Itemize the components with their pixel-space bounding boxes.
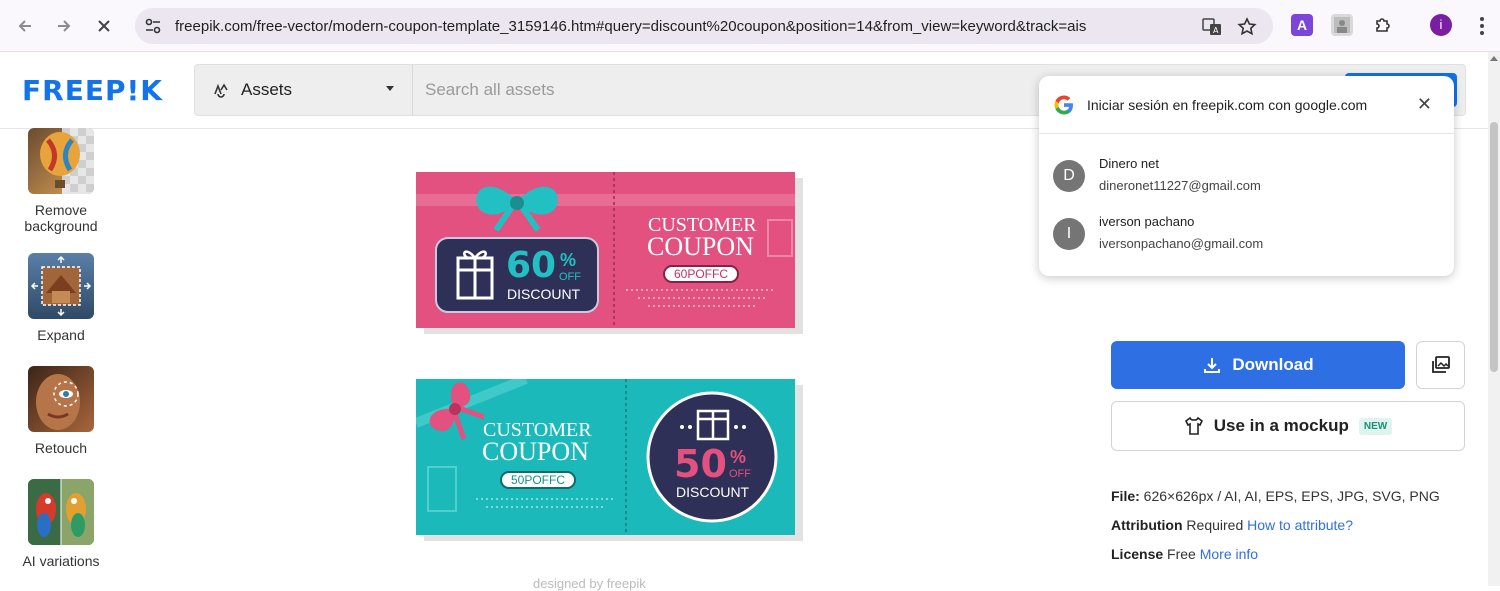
assets-icon xyxy=(214,83,228,98)
tool-remove-background[interactable]: Remove background xyxy=(18,128,104,234)
attribution-label: Attribution xyxy=(1111,517,1183,533)
tool-label: Retouch xyxy=(34,440,88,456)
teal-coupon[interactable]: CUSTOMER COUPON 50POFFC 50 % OFF DISCOUN… xyxy=(416,379,795,535)
stop-loading-icon[interactable] xyxy=(90,12,118,40)
account-avatar: I xyxy=(1053,218,1085,250)
teal-coupon-percent: 50 xyxy=(674,442,727,486)
tool-label: Remove background xyxy=(24,202,98,234)
teal-coupon-discount: DISCOUNT xyxy=(676,484,750,500)
forward-icon[interactable] xyxy=(50,12,78,40)
account-email: dineronet11227@gmail.com xyxy=(1099,178,1261,193)
use-in-mockup-button[interactable]: Use in a mockup NEW xyxy=(1111,401,1465,451)
scroll-up-icon[interactable] xyxy=(1490,56,1498,61)
url-text[interactable]: freepik.com/free-vector/modern-coupon-te… xyxy=(175,18,1086,35)
attribution-info: Attribution Required How to attribute? xyxy=(1111,517,1353,533)
popup-header: Iniciar sesión en freepik.com con google… xyxy=(1039,76,1454,134)
file-info: File: 626×626px / AI, AI, EPS, EPS, JPG,… xyxy=(1111,488,1440,504)
image-preview-button[interactable] xyxy=(1416,341,1465,389)
extension-a-icon[interactable]: A xyxy=(1291,14,1313,36)
tool-expand[interactable]: Expand xyxy=(18,253,104,343)
assets-dropdown[interactable]: Assets xyxy=(195,65,413,115)
images-icon xyxy=(1431,356,1450,373)
account-name: iverson pachano xyxy=(1099,214,1195,229)
tool-retouch[interactable]: Retouch xyxy=(18,366,104,456)
pink-coupon[interactable]: 60 % OFF DISCOUNT CUSTOMER COUPON 60POFF… xyxy=(416,172,795,328)
balloon-thumbnail xyxy=(28,128,94,194)
account-option[interactable]: D Dinero net dineronet11227@gmail.com xyxy=(1051,152,1441,204)
bookmark-star-icon[interactable] xyxy=(1236,16,1258,38)
pink-coupon-off: OFF xyxy=(559,271,581,283)
retouch-thumbnail xyxy=(28,366,94,432)
google-signin-popup: Iniciar sesión en freepik.com con google… xyxy=(1039,76,1454,276)
chevron-down-icon xyxy=(386,86,394,91)
license-info: License Free More info xyxy=(1111,546,1258,562)
account-option[interactable]: I iverson pachano iversonpachano@gmail.c… xyxy=(1051,210,1441,262)
new-badge: NEW xyxy=(1358,417,1393,435)
file-label: File: xyxy=(1111,488,1140,504)
browser-menu-icon[interactable] xyxy=(1474,14,1490,38)
google-g-icon xyxy=(1054,95,1073,115)
teal-coupon-title2: COUPON xyxy=(482,437,589,466)
pink-coupon-discount: DISCOUNT xyxy=(507,286,581,302)
scroll-thumb[interactable] xyxy=(1490,122,1498,372)
teal-coupon-code: 50POFFC xyxy=(500,471,576,489)
account-avatar: D xyxy=(1053,160,1085,192)
close-icon[interactable]: ✕ xyxy=(1417,95,1432,113)
pink-coupon-title2: COUPON xyxy=(647,232,754,261)
assets-label: Assets xyxy=(241,80,293,99)
back-icon[interactable] xyxy=(11,12,39,40)
download-icon xyxy=(1204,358,1221,373)
attribution-value: Required xyxy=(1186,517,1244,533)
license-label: License xyxy=(1111,546,1164,562)
pink-coupon-code: 60POFFC xyxy=(663,265,739,283)
account-name: Dinero net xyxy=(1099,156,1159,171)
tool-ai-variations[interactable]: AI variations xyxy=(18,479,104,569)
teal-coupon-off: OFF xyxy=(729,468,751,480)
designed-by-caption: designed by freepik xyxy=(533,576,646,591)
site-info-icon[interactable] xyxy=(143,16,163,36)
how-to-attribute-link[interactable]: How to attribute? xyxy=(1247,517,1353,533)
translate-icon[interactable]: A xyxy=(1201,16,1223,38)
freepik-logo[interactable]: FREEP!K xyxy=(22,74,163,107)
svg-text:A: A xyxy=(1213,26,1219,35)
popup-title: Iniciar sesión en freepik.com con google… xyxy=(1087,97,1368,113)
file-value: 626×626px / AI, AI, EPS, EPS, JPG, SVG, … xyxy=(1143,488,1440,504)
download-button[interactable]: Download xyxy=(1111,341,1405,389)
pink-coupon-percent: 60 xyxy=(506,245,557,286)
address-bar[interactable]: freepik.com/free-vector/modern-coupon-te… xyxy=(135,8,1273,44)
parrot-thumbnail xyxy=(28,479,94,545)
account-email: iversonpachano@gmail.com xyxy=(1099,236,1264,251)
extensions-puzzle-icon[interactable] xyxy=(1372,14,1394,36)
teal-coupon-pct-sign: % xyxy=(730,447,747,467)
tshirt-icon xyxy=(1184,416,1203,435)
tool-label: Expand xyxy=(37,327,85,343)
page-scrollbar[interactable] xyxy=(1488,52,1500,586)
more-info-link[interactable]: More info xyxy=(1200,546,1258,562)
expand-thumbnail xyxy=(28,253,94,319)
browser-toolbar: freepik.com/free-vector/modern-coupon-te… xyxy=(0,0,1500,52)
download-label: Download xyxy=(1232,355,1314,374)
license-value: Free xyxy=(1167,546,1196,562)
pink-coupon-pct-sign: % xyxy=(560,250,577,270)
profile-avatar[interactable]: i xyxy=(1430,14,1452,36)
extension-profile-icon[interactable] xyxy=(1331,14,1353,36)
tool-label: AI variations xyxy=(22,553,100,569)
mockup-label: Use in a mockup xyxy=(1213,416,1349,435)
